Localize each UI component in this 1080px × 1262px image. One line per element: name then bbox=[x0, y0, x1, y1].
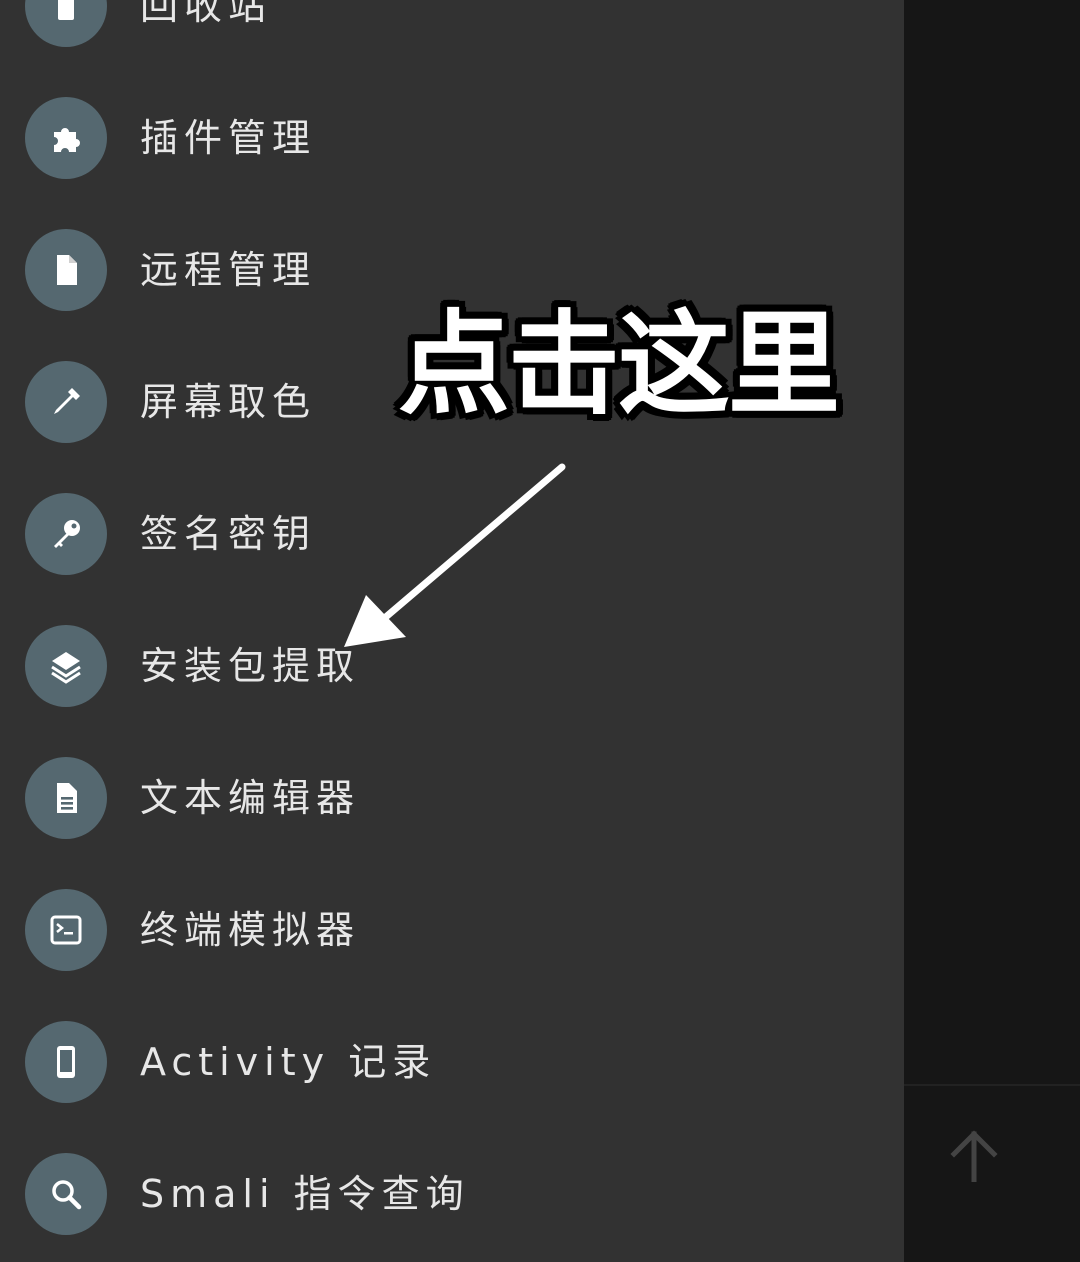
menu-item-icon-circle bbox=[25, 625, 107, 707]
menu-item-icon-circle bbox=[25, 0, 107, 47]
menu-item-terminal-emulator[interactable]: 终端模拟器 bbox=[0, 864, 904, 996]
terminal-icon bbox=[50, 915, 82, 945]
menu-item-recycle-bin[interactable]: 回收站 bbox=[0, 0, 904, 72]
menu-item-label: 远程管理 bbox=[140, 248, 317, 292]
menu-item-label: Activity 记录 bbox=[140, 1040, 437, 1084]
menu-item-label: 终端模拟器 bbox=[140, 908, 361, 952]
right-divider bbox=[904, 1084, 1080, 1086]
menu-item-smali-lookup[interactable]: Smali 指令查询 bbox=[0, 1128, 904, 1260]
menu-item-text-editor[interactable]: 文本编辑器 bbox=[0, 732, 904, 864]
menu-item-icon-circle bbox=[25, 361, 107, 443]
menu-item-plugin-manager[interactable]: 插件管理 bbox=[0, 72, 904, 204]
file-icon bbox=[57, 255, 77, 285]
menu-item-activity-log[interactable]: Activity 记录 bbox=[0, 996, 904, 1128]
menu-item-label: 回收站 bbox=[140, 0, 273, 28]
menu-item-icon-circle bbox=[25, 229, 107, 311]
key-icon bbox=[54, 520, 80, 548]
menu-item-label: 安装包提取 bbox=[140, 644, 361, 688]
search-icon bbox=[52, 1180, 82, 1210]
phone-icon bbox=[57, 1046, 75, 1078]
menu-item-icon-circle bbox=[25, 757, 107, 839]
menu-item-label: 插件管理 bbox=[140, 116, 317, 160]
annotation-text: 点击这里 bbox=[398, 300, 840, 430]
menu-item-icon-circle bbox=[25, 1153, 107, 1235]
menu-item-icon-circle bbox=[25, 1021, 107, 1103]
document-icon bbox=[57, 783, 77, 813]
menu-item-label: 签名密钥 bbox=[140, 512, 317, 556]
scroll-to-top-icon[interactable] bbox=[948, 1130, 1000, 1182]
menu-item-icon-circle bbox=[25, 97, 107, 179]
annotation-arrow-icon bbox=[344, 463, 566, 647]
right-panel bbox=[904, 0, 1080, 1262]
menu-item-label: 文本编辑器 bbox=[140, 776, 361, 820]
layers-icon bbox=[51, 652, 81, 684]
puzzle-icon bbox=[54, 128, 80, 152]
screen: 回收站 插件管理 远程管理 屏幕取色 签名密钥 安装包提取 文本编辑器 终端模拟… bbox=[0, 0, 1080, 1262]
eyedropper-icon bbox=[54, 388, 80, 414]
menu-item-label: 屏幕取色 bbox=[140, 380, 317, 424]
trash-icon bbox=[58, 0, 74, 20]
menu-item-icon-circle bbox=[25, 493, 107, 575]
menu-item-label: Smali 指令查询 bbox=[140, 1172, 470, 1216]
menu-item-icon-circle bbox=[25, 889, 107, 971]
